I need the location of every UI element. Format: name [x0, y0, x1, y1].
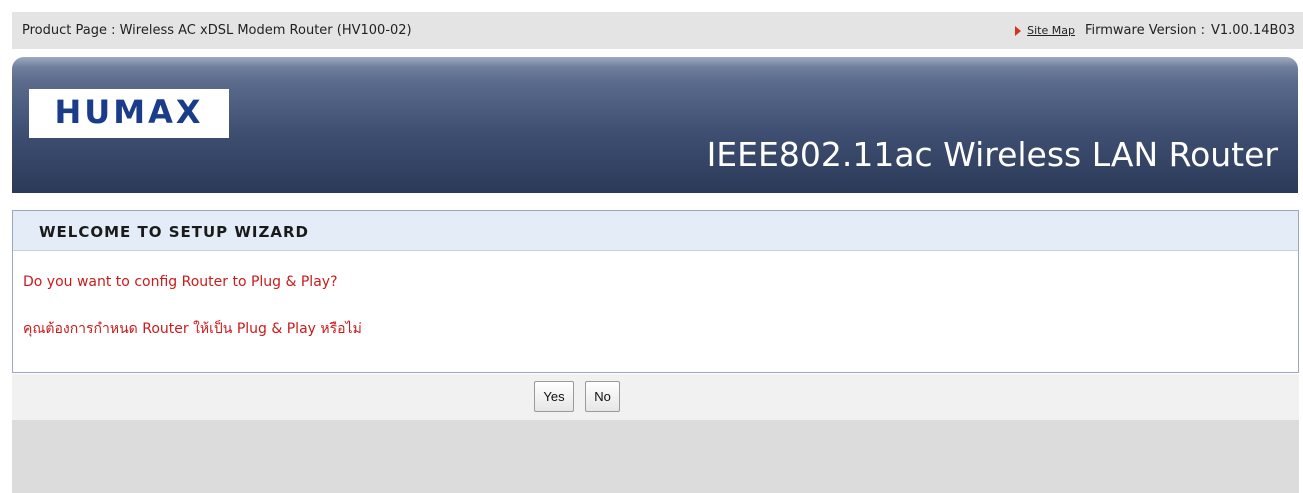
banner-shine [12, 57, 1298, 67]
yes-button[interactable]: Yes [534, 381, 574, 412]
firmware-version-label: Firmware Version : [1084, 23, 1206, 38]
no-button[interactable]: No [585, 381, 620, 412]
question-thai: คุณต้องการกำหนด Router ให้เป็น Plug & Pl… [23, 321, 362, 337]
top-right-info: Site Map Firmware Version : V1.00.14B03 [1015, 23, 1295, 38]
button-bar: Yes No [12, 374, 1299, 420]
humax-logo: HUMAX [29, 89, 229, 138]
top-info-bar: Product Page : Wireless AC xDSL Modem Ro… [12, 12, 1303, 49]
firmware-version-value: V1.00.14B03 [1211, 23, 1295, 38]
page: Product Page : Wireless AC xDSL Modem Ro… [0, 0, 1303, 493]
setup-wizard-panel: WELCOME TO SETUP WIZARD Do you want to c… [12, 210, 1299, 373]
wizard-heading: WELCOME TO SETUP WIZARD [13, 211, 1298, 251]
product-page-label: Product Page : Wireless AC xDSL Modem Ro… [22, 23, 412, 38]
triangle-right-icon [1015, 25, 1022, 36]
header-banner: HUMAX IEEE802.11ac Wireless LAN Router [12, 57, 1298, 193]
router-title: IEEE802.11ac Wireless LAN Router [706, 135, 1278, 174]
logo-text: HUMAX [54, 93, 204, 131]
footer-area [12, 420, 1299, 493]
site-map-link[interactable]: Site Map [1027, 24, 1075, 37]
question-english: Do you want to config Router to Plug & P… [23, 274, 338, 290]
